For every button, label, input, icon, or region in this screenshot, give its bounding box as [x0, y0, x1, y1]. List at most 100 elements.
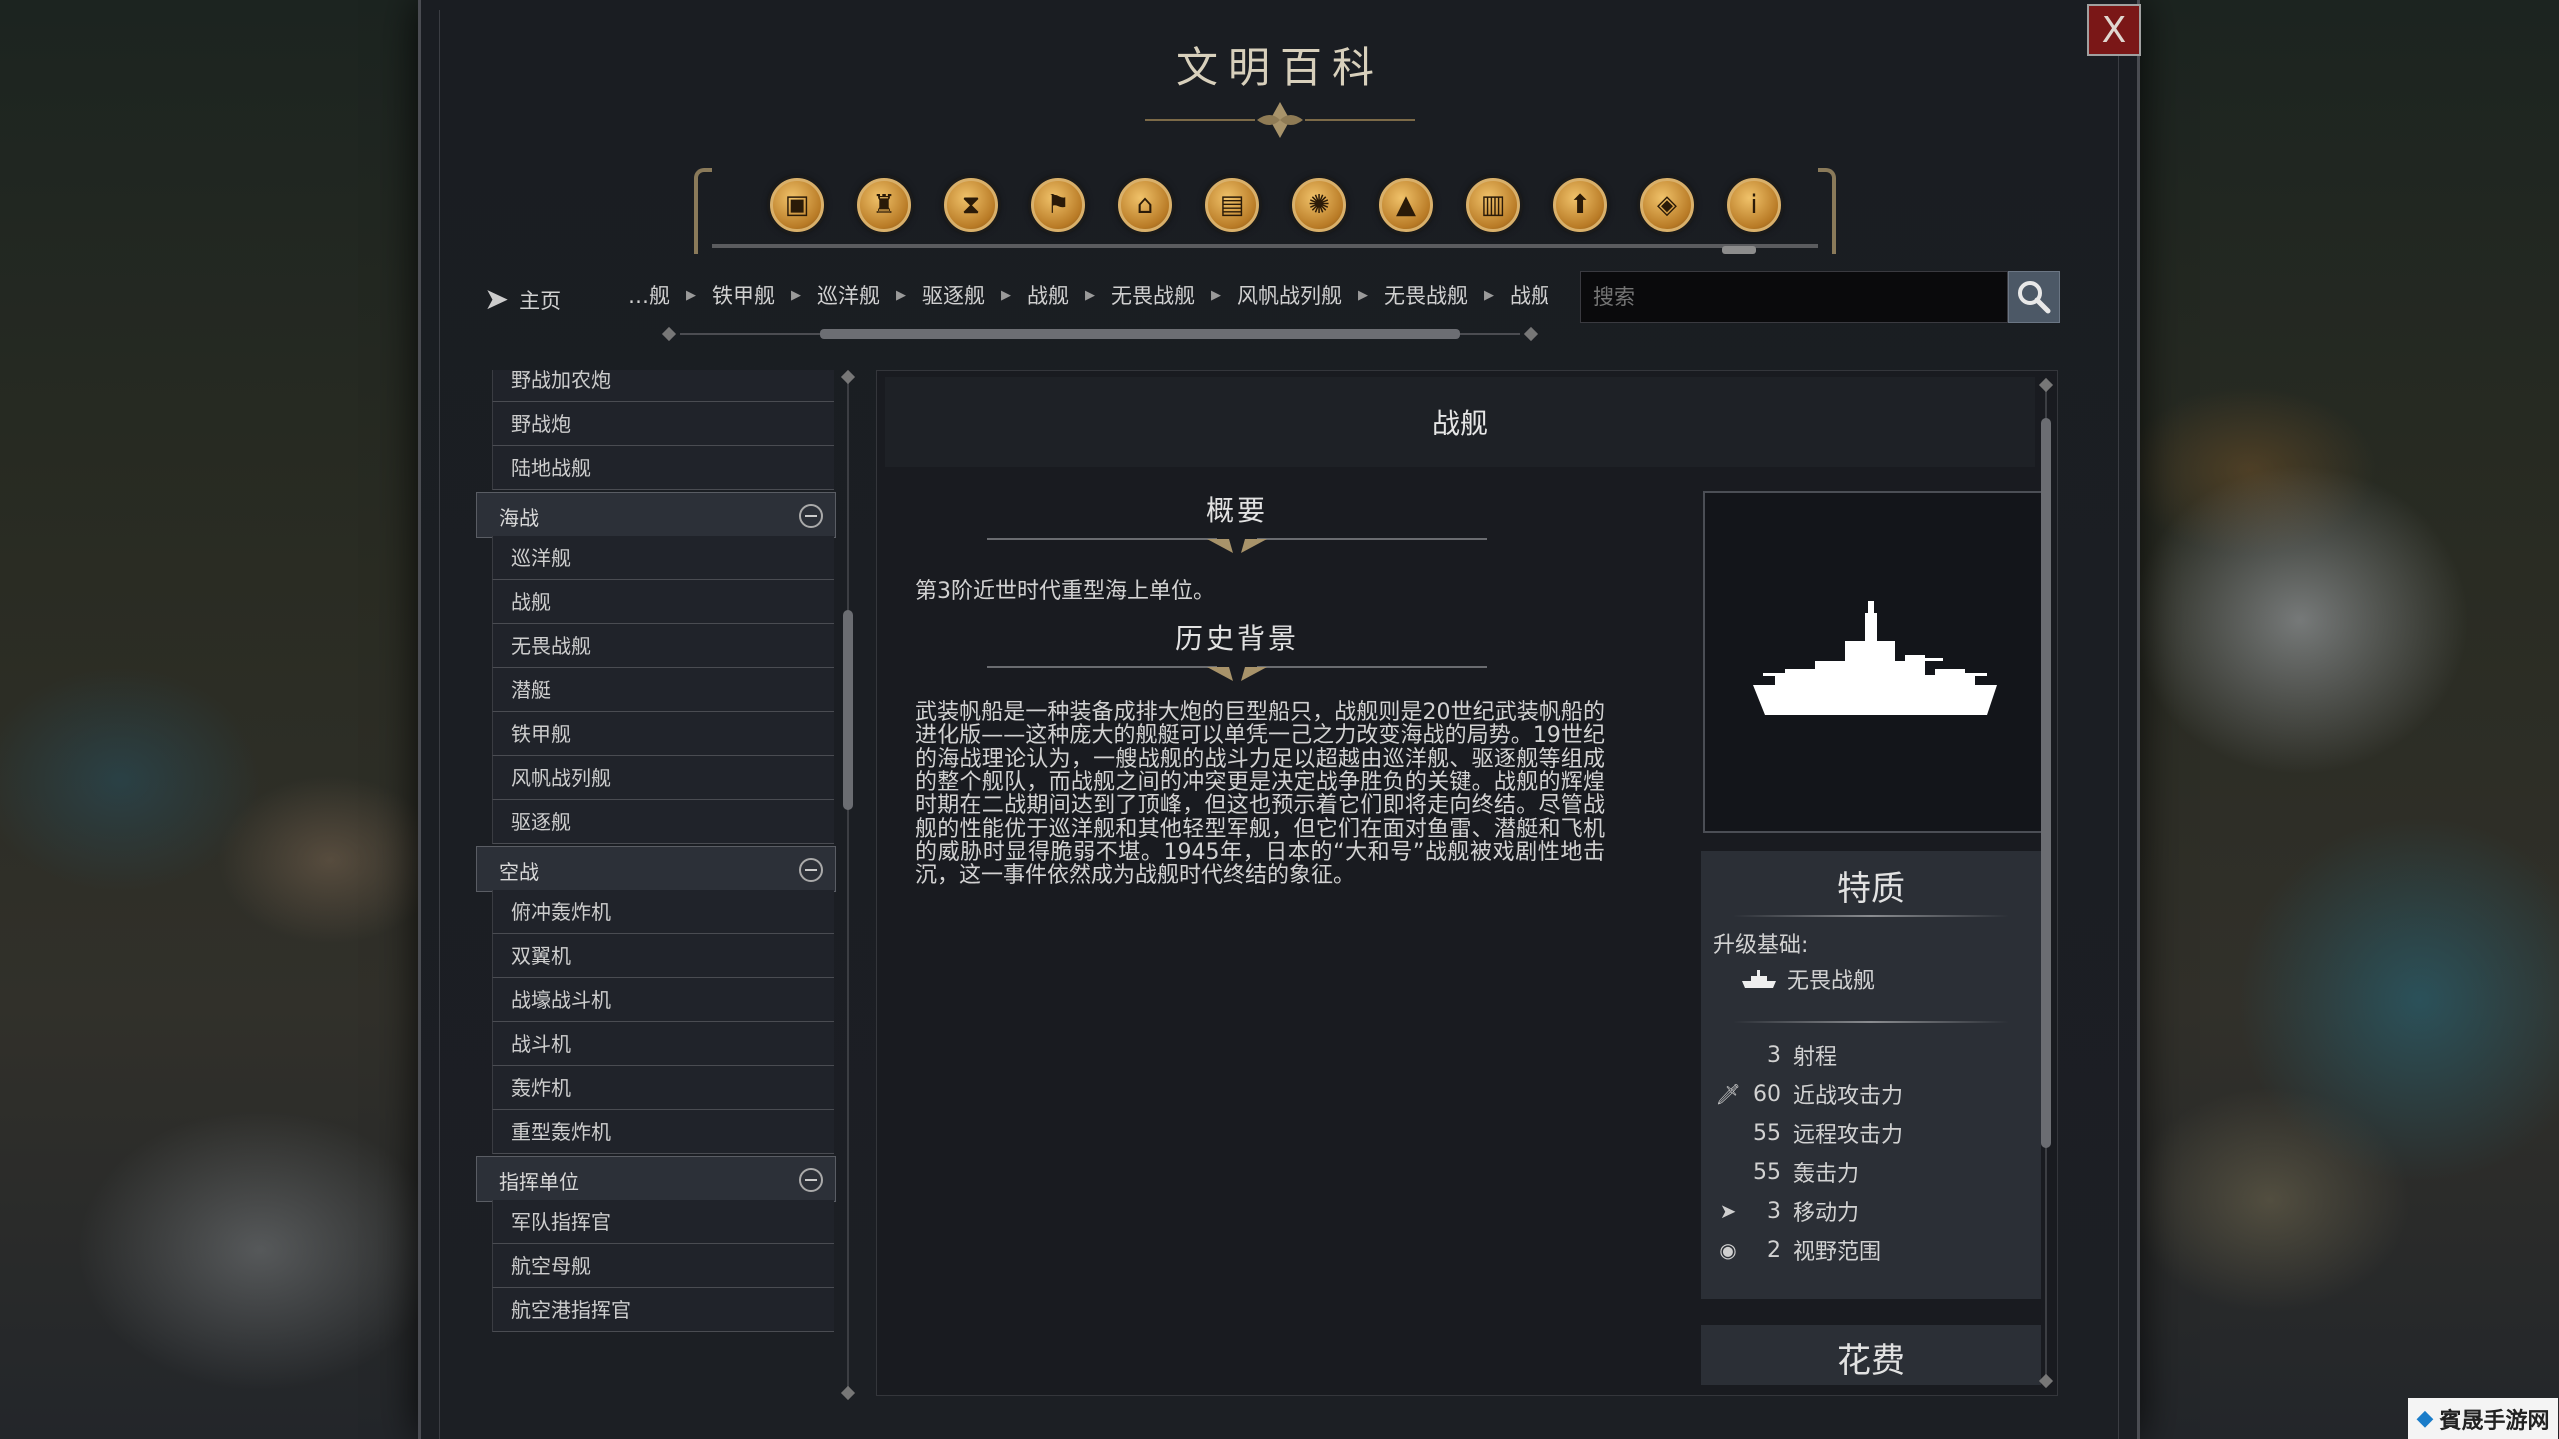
sidebar-item[interactable]: 铁甲舰: [492, 712, 834, 756]
breadcrumb-separator-icon: ▶: [1211, 287, 1221, 303]
stat-row: ◉ 2 视野范围: [1715, 1234, 1881, 1266]
sidebar-item[interactable]: 战壕战斗机: [492, 978, 834, 1022]
breadcrumb-item[interactable]: 无畏战舰: [1105, 280, 1201, 310]
cost-section-header[interactable]: 花费: [1701, 1325, 2041, 1385]
stat-label: 射程: [1793, 1045, 1838, 1070]
flag-icon[interactable]: ⚑: [1031, 178, 1085, 232]
stat-value: 3: [1767, 1198, 1781, 1224]
buildings-icon[interactable]: ▥: [1466, 178, 1520, 232]
sidebar-item[interactable]: 航空母舰: [492, 1244, 834, 1288]
upgrade-arrow-icon[interactable]: ⬆: [1553, 178, 1607, 232]
sidebar-item[interactable]: 野战炮: [492, 402, 834, 446]
unit-portrait: [1703, 491, 2043, 833]
resource-icon[interactable]: ◈: [1640, 178, 1694, 232]
sidebar-item[interactable]: 陆地战舰: [492, 446, 834, 490]
terrain-icon[interactable]: ▲: [1379, 178, 1433, 232]
collapse-icon[interactable]: [799, 504, 823, 528]
stat-label: 视野范围: [1793, 1240, 1882, 1265]
article-scroll-thumb[interactable]: [2041, 418, 2051, 1148]
breadcrumb-item[interactable]: 铁甲舰: [706, 280, 781, 310]
book-icon[interactable]: ▤: [1205, 178, 1259, 232]
stat-row: 🗡 60 近战攻击力: [1715, 1078, 1903, 1110]
sidebar-item[interactable]: 潜艇: [492, 668, 834, 712]
collapse-icon[interactable]: [799, 1168, 823, 1192]
close-button[interactable]: X: [2087, 4, 2141, 56]
collapse-icon[interactable]: [799, 858, 823, 882]
article-scrollbar[interactable]: [2038, 377, 2054, 1389]
sidebar-group-header[interactable]: 海战: [476, 492, 836, 538]
article-title: 战舰: [885, 377, 2035, 467]
sidebar-scroll-thumb[interactable]: [843, 610, 853, 810]
sidebar-item[interactable]: 巡洋舰: [492, 536, 834, 580]
sidebar-item[interactable]: 战斗机: [492, 1022, 834, 1066]
breadcrumb-scrollbar[interactable]: [660, 326, 1540, 342]
sidebar-item[interactable]: 无畏战舰: [492, 624, 834, 668]
stat-value: 3: [1767, 1042, 1781, 1068]
breadcrumb-item[interactable]: 战舰: [1504, 280, 1548, 310]
sidebar-scrollbar[interactable]: [840, 369, 856, 1401]
civilization-icon[interactable]: ♜: [857, 178, 911, 232]
breadcrumb-separator-icon: ▶: [1085, 287, 1095, 303]
category-bar: ▣ ♜ ⧗ ⚑ ⌂ ▤ ✺ ▲ ▥ ⬆ ◈ i: [690, 168, 1840, 254]
breadcrumb-scroll-thumb[interactable]: [820, 329, 1460, 339]
upgrade-label: 升级基础:: [1713, 933, 1809, 958]
summary-text: 第3阶近世时代重型海上单位。: [915, 579, 1215, 604]
government-icon[interactable]: ⌂: [1118, 178, 1172, 232]
upgrade-from-name: 无畏战舰: [1787, 969, 1876, 994]
sidebar-item[interactable]: 重型轰炸机: [492, 1110, 834, 1154]
stat-value: 2: [1767, 1237, 1781, 1263]
breadcrumb-separator-icon: ▶: [1001, 287, 1011, 303]
breadcrumb-separator-icon: ▶: [1358, 287, 1368, 303]
breadcrumb-separator-icon: ▶: [1484, 287, 1494, 303]
sidebar-group-label: 空战: [499, 860, 539, 884]
stat-row: ➤ 3 移动力: [1715, 1195, 1859, 1227]
eye-icon: ◉: [1719, 1238, 1737, 1262]
sidebar-item[interactable]: 军队指挥官: [492, 1200, 834, 1244]
scroll-left-cap[interactable]: [661, 326, 677, 342]
info-icon[interactable]: i: [1727, 178, 1781, 232]
category-bracket-right: [1818, 168, 1836, 254]
site-watermark: ◆ 賓晟手游网: [2408, 1398, 2558, 1439]
summary-heading: 概要: [1205, 494, 1268, 527]
ship-icon: [1742, 970, 1776, 988]
stat-label: 移动力: [1793, 1201, 1860, 1226]
breadcrumb-item[interactable]: 战舰: [1021, 280, 1075, 310]
article-panel: 战舰 概要 第3阶近世时代重型海上单位。 历史背景 武装帆船是一种装备成排大炮的…: [876, 370, 2058, 1396]
search-input[interactable]: [1580, 271, 2008, 323]
sidebar-item[interactable]: 俯冲轰炸机: [492, 890, 834, 934]
atom-icon[interactable]: ✺: [1292, 178, 1346, 232]
sidebar-group-header[interactable]: 指挥单位: [476, 1156, 836, 1202]
stat-value: 55: [1753, 1120, 1781, 1146]
units-box-icon[interactable]: ▣: [770, 178, 824, 232]
history-heading: 历史背景: [1174, 622, 1299, 655]
sidebar-item[interactable]: 野战加农炮: [492, 370, 834, 402]
stat-value: 55: [1753, 1159, 1781, 1185]
breadcrumb-item[interactable]: 巡洋舰: [811, 280, 886, 310]
sidebar-group-header[interactable]: 空战: [476, 846, 836, 892]
sidebar-item[interactable]: 轰炸机: [492, 1066, 834, 1110]
sidebar-group-label: 指挥单位: [499, 1170, 579, 1194]
stat-row: 3 射程: [1715, 1039, 1837, 1071]
upgrade-from-link[interactable]: 无畏战舰: [1741, 963, 1875, 995]
category-icons: ▣ ♜ ⧗ ⚑ ⌂ ▤ ✺ ▲ ▥ ⬆ ◈ i: [770, 178, 1781, 232]
sidebar-item[interactable]: 航空港指挥官: [492, 1288, 834, 1332]
eras-hourglass-icon[interactable]: ⧗: [944, 178, 998, 232]
scroll-right-cap[interactable]: [1523, 326, 1539, 342]
breadcrumb-item[interactable]: 无畏战舰: [1378, 280, 1474, 310]
sidebar-item[interactable]: 驱逐舰: [492, 800, 834, 844]
breadcrumb-item[interactable]: 驱逐舰: [916, 280, 991, 310]
search-button[interactable]: [2008, 271, 2060, 323]
breadcrumb-item[interactable]: …舰: [628, 280, 676, 310]
title-ornament: [1145, 102, 1415, 138]
breadcrumb-item[interactable]: 风帆战列舰: [1231, 280, 1348, 310]
watermark-logo-icon: ◆: [2416, 1406, 2434, 1431]
home-button[interactable]: ➤ 主页: [484, 282, 561, 317]
history-ornament: [987, 666, 1487, 681]
sidebar-item[interactable]: 双翼机: [492, 934, 834, 978]
sidebar-item[interactable]: 战舰: [492, 580, 834, 624]
sidebar-group-label: 海战: [499, 506, 539, 530]
stat-row: 55 轰击力: [1715, 1156, 1859, 1188]
battleship-icon: [1753, 601, 1997, 715]
traits-title: 特质: [1837, 869, 1905, 909]
sidebar-item[interactable]: 风帆战列舰: [492, 756, 834, 800]
